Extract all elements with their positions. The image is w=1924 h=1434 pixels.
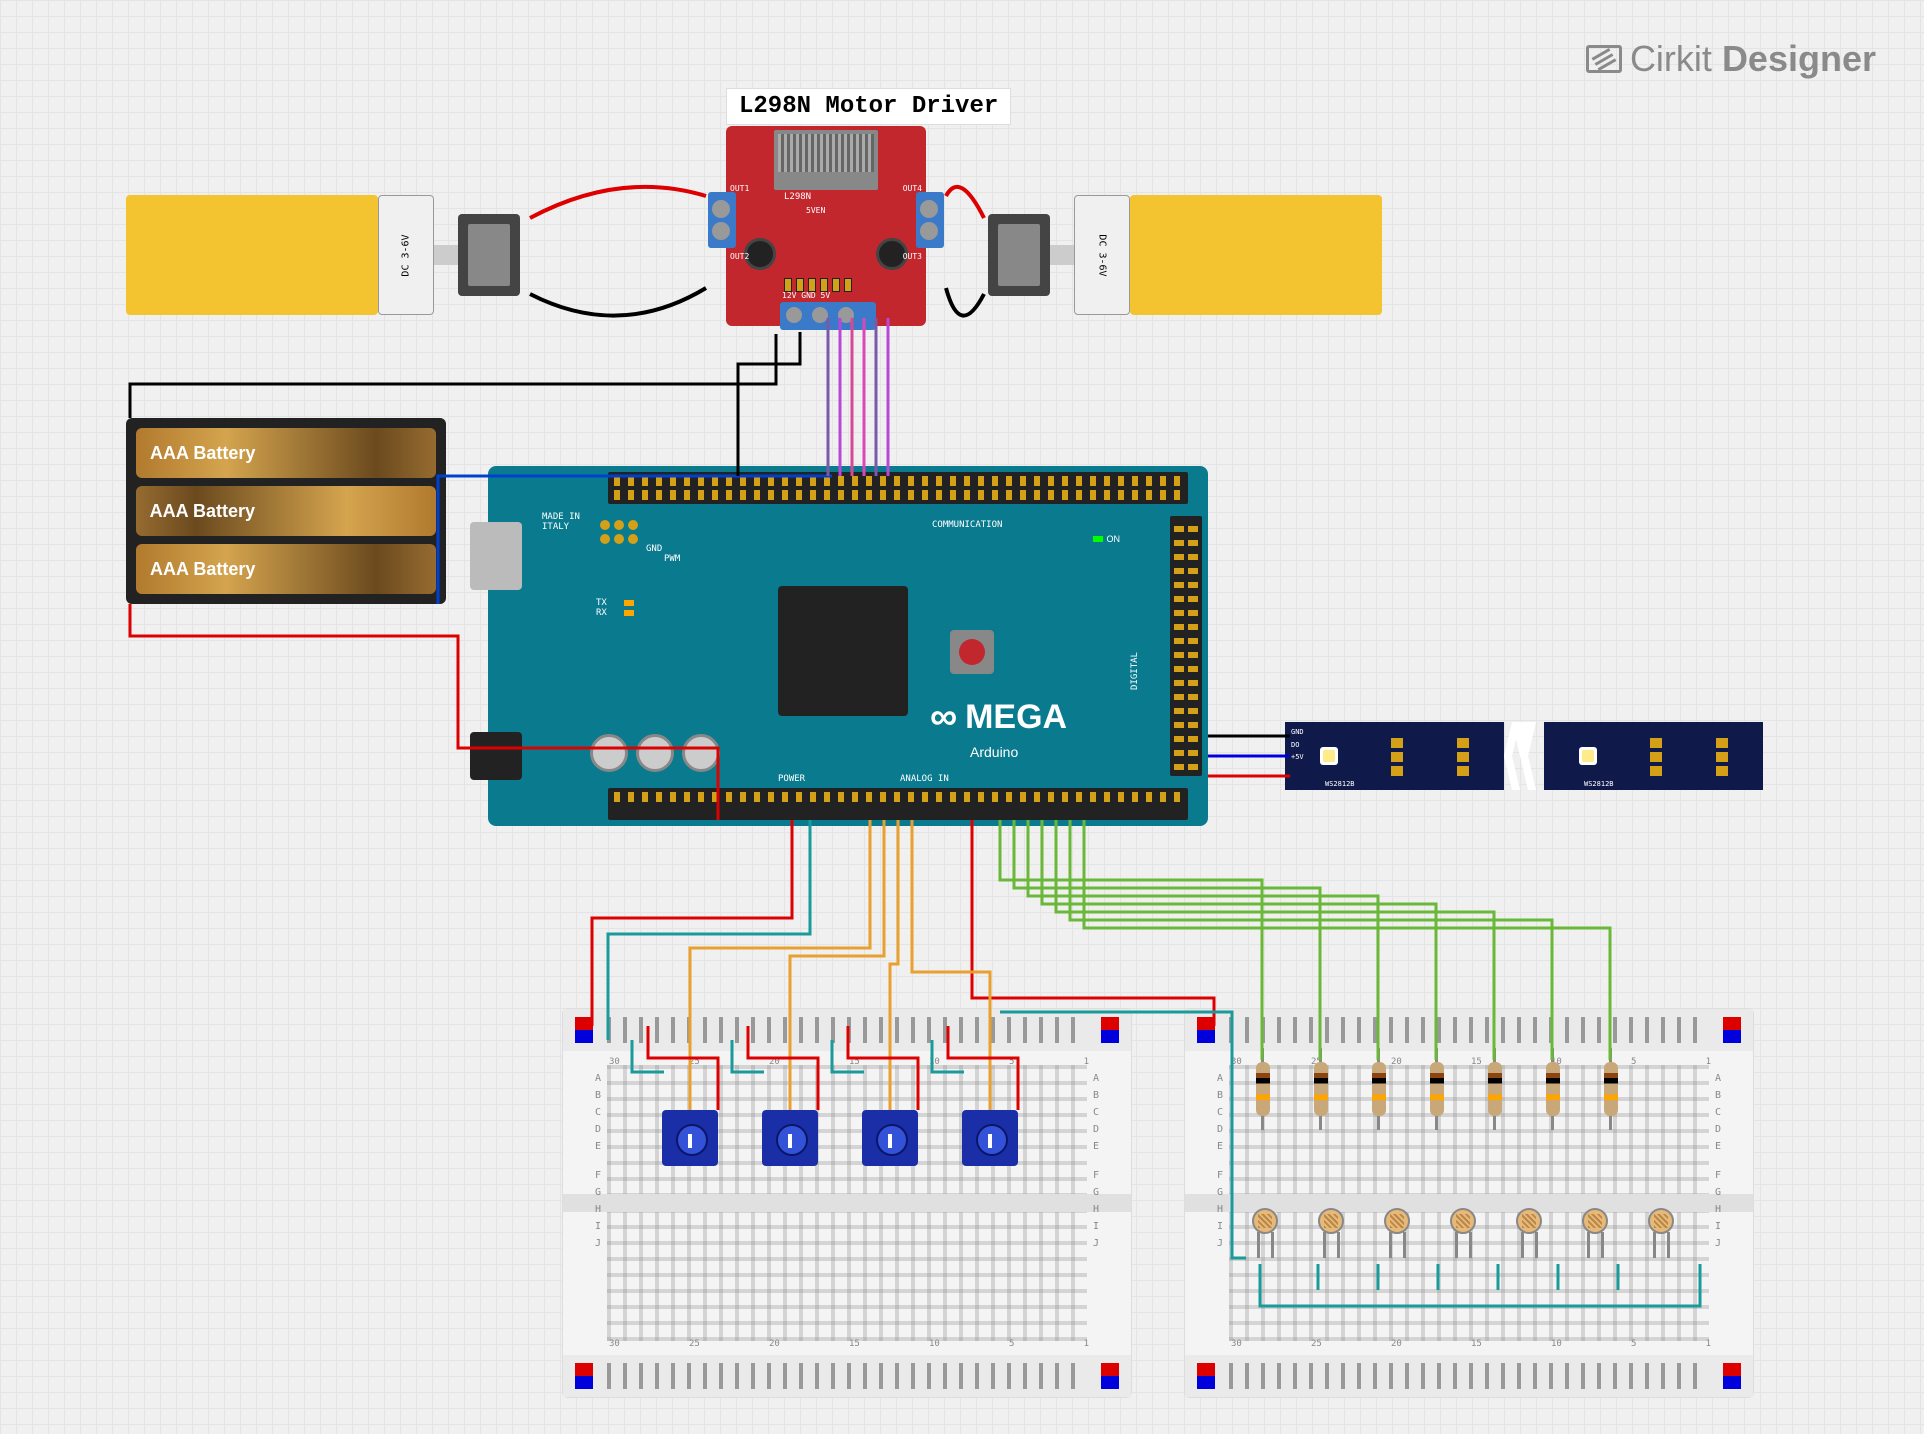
header-bottom bbox=[608, 788, 1188, 820]
l298n-chip-label: L298N bbox=[784, 192, 811, 202]
cirkit-logo: Cirkit Designer bbox=[1586, 38, 1876, 80]
bb-row-letters: ABCDEFGHIJ bbox=[1217, 1073, 1223, 1249]
photoresistor[interactable] bbox=[1648, 1208, 1674, 1234]
photoresistor[interactable] bbox=[1318, 1208, 1344, 1234]
potentiometer-i[interactable] bbox=[862, 1110, 918, 1166]
power-jack bbox=[470, 732, 522, 780]
resistor[interactable] bbox=[1546, 1062, 1560, 1116]
dc-motor-left[interactable]: DC 3-6V bbox=[126, 195, 520, 315]
circuit-canvas[interactable]: Cirkit Designer L298N Motor Driver S P I… bbox=[0, 0, 1924, 1434]
bb-col-numbers: 302520151051 bbox=[609, 1057, 1089, 1067]
bb-row-letters: ABCDEFGHIJ bbox=[1715, 1073, 1721, 1249]
header-top bbox=[608, 472, 1188, 504]
resistor[interactable] bbox=[1604, 1062, 1618, 1116]
arduino-logo: ∞MEGA bbox=[930, 698, 1067, 737]
power-led: ON bbox=[1093, 534, 1121, 544]
bb-row-letters: ABCDEFGHIJ bbox=[1093, 1073, 1099, 1249]
bb-col-numbers: 302520151051 bbox=[609, 1339, 1089, 1349]
icsp-header bbox=[600, 520, 638, 544]
potentiometer-d[interactable] bbox=[962, 1110, 1018, 1166]
l298n-motor-driver[interactable]: L298N OUT1 OUT2 OUT3 OUT4 5VEN 12V GND 5… bbox=[706, 126, 946, 336]
dc-motor-right[interactable]: DC 3-6V bbox=[988, 195, 1382, 315]
photoresistor[interactable] bbox=[1516, 1208, 1542, 1234]
resistor[interactable] bbox=[1314, 1062, 1328, 1116]
battery-3: AAA Battery bbox=[136, 544, 436, 594]
reset-button[interactable] bbox=[950, 630, 994, 674]
photoresistor[interactable] bbox=[1582, 1208, 1608, 1234]
battery-holder[interactable]: AAA Battery AAA Battery AAA Battery bbox=[126, 418, 446, 604]
resistor-array bbox=[1256, 1062, 1618, 1116]
photoresistor[interactable] bbox=[1384, 1208, 1410, 1234]
logo-icon bbox=[1586, 45, 1622, 73]
potentiometer-s[interactable] bbox=[662, 1110, 718, 1166]
strip-break-icon bbox=[1504, 722, 1544, 790]
label-motor-driver: L298N Motor Driver bbox=[726, 88, 1011, 125]
resistor[interactable] bbox=[1430, 1062, 1444, 1116]
photoresistor[interactable] bbox=[1252, 1208, 1278, 1234]
bb-row-letters: ABCDEFGHIJ bbox=[595, 1073, 601, 1249]
atmega-chip bbox=[778, 586, 908, 716]
bb-col-numbers: 302520151051 bbox=[1231, 1339, 1711, 1349]
arduino-mega[interactable]: ∞MEGA Arduino MADE IN ITALY PWM COMMUNIC… bbox=[488, 466, 1208, 826]
potentiometer-p[interactable] bbox=[762, 1110, 818, 1166]
l298n-terminal-right bbox=[916, 192, 944, 248]
header-right bbox=[1170, 516, 1202, 776]
battery-2: AAA Battery bbox=[136, 486, 436, 536]
breadboard-left[interactable]: 302520151051 302520151051 ABCDEFGHIJ ABC… bbox=[562, 1008, 1132, 1398]
photoresistor[interactable] bbox=[1450, 1208, 1476, 1234]
resistor[interactable] bbox=[1488, 1062, 1502, 1116]
resistor[interactable] bbox=[1372, 1062, 1386, 1116]
resistor[interactable] bbox=[1256, 1062, 1270, 1116]
logo-text: Cirkit Designer bbox=[1630, 38, 1876, 80]
battery-1: AAA Battery bbox=[136, 428, 436, 478]
usb-port bbox=[470, 522, 522, 590]
l298n-terminal-power bbox=[780, 302, 876, 330]
led-strip[interactable]: GNDDO+5V WS2812B WS2812B bbox=[1285, 722, 1763, 790]
l298n-terminal-left bbox=[708, 192, 736, 248]
led-chip bbox=[1579, 747, 1597, 765]
led-chip bbox=[1320, 747, 1338, 765]
photoresistor-array bbox=[1252, 1208, 1674, 1234]
